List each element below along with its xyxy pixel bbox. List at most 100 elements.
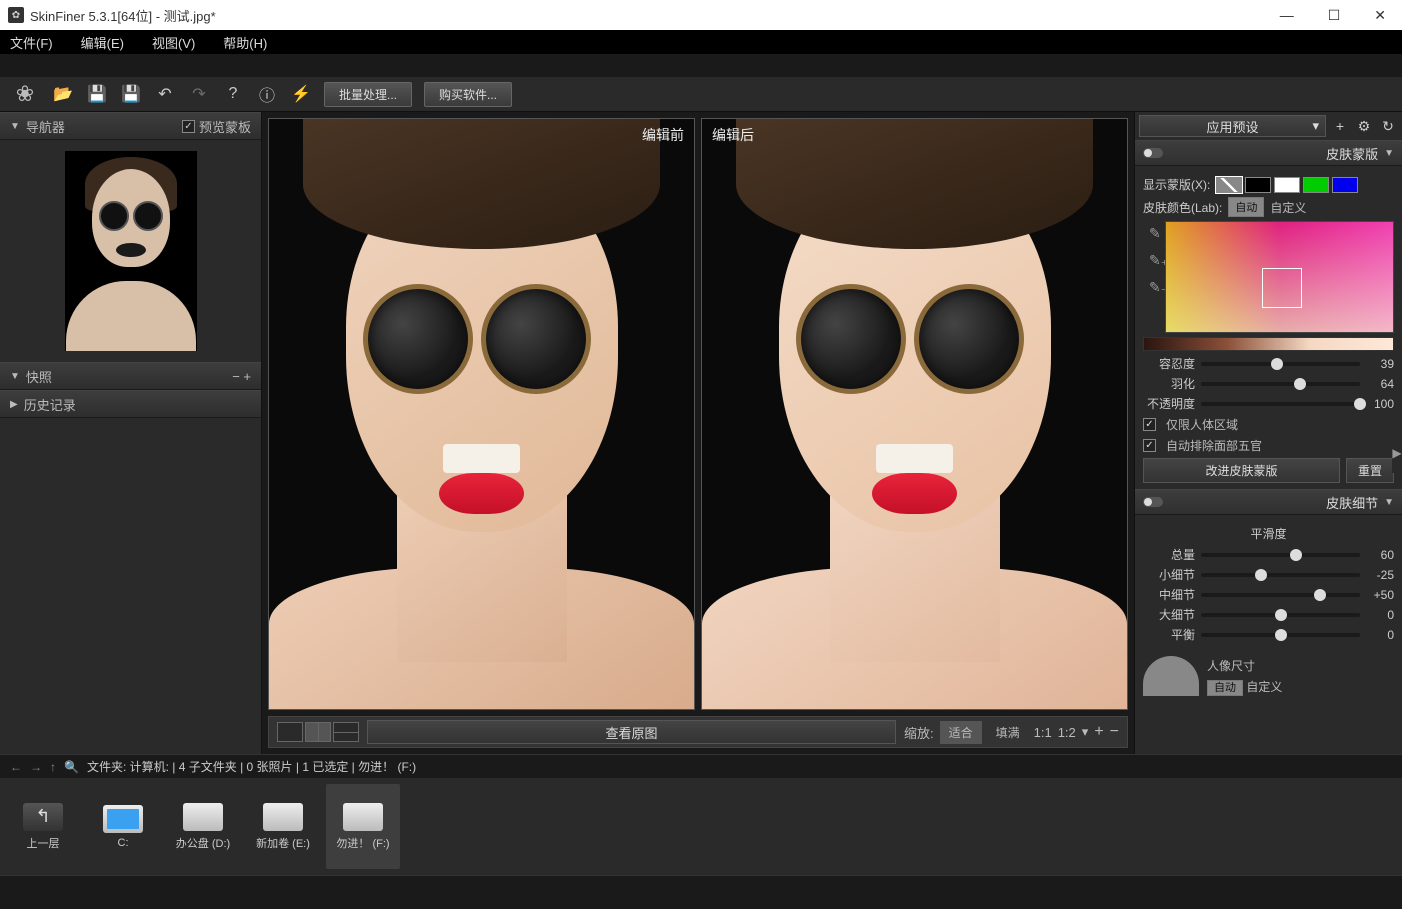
- zoom-fit-button[interactable]: 适合: [940, 721, 982, 744]
- navigator-label: 导航器: [26, 117, 65, 136]
- drive-item[interactable]: 新加卷 (E:): [246, 784, 320, 869]
- help-icon[interactable]: ?: [222, 83, 244, 105]
- zoom-in-icon[interactable]: +: [1094, 723, 1103, 741]
- drive-item[interactable]: C:: [86, 784, 160, 869]
- history-header[interactable]: ▶ 历史记录: [0, 390, 261, 418]
- skin-mask-toggle[interactable]: [1143, 148, 1163, 158]
- snapshot-header[interactable]: ▼ 快照 − +: [0, 362, 261, 390]
- collapse-icon: ▼: [1384, 148, 1394, 159]
- save-as-icon[interactable]: 💾: [120, 83, 142, 105]
- buy-button[interactable]: 购买软件...: [424, 82, 512, 107]
- skin-color-auto-button[interactable]: 自动: [1228, 197, 1264, 217]
- menu-edit[interactable]: 编辑(E): [81, 33, 124, 52]
- nav-back-icon[interactable]: ←: [10, 760, 22, 774]
- feather-slider[interactable]: [1201, 382, 1360, 386]
- main-toolbar: ❀ 📂 💾 💾 ↶ ↷ ? ⓘ ⚡ 批量处理... 购买软件...: [0, 76, 1402, 112]
- hue-slider[interactable]: [1143, 337, 1394, 351]
- portrait-custom-button[interactable]: 自定义: [1246, 680, 1282, 694]
- zoom-fill-button[interactable]: 填满: [988, 722, 1028, 743]
- portrait-auto-button[interactable]: 自动: [1207, 680, 1243, 696]
- preset-dropdown[interactable]: 应用预设: [1139, 115, 1326, 137]
- minus-icon[interactable]: −: [232, 369, 240, 384]
- preset-add-icon[interactable]: +: [1330, 116, 1350, 136]
- portrait-size-label: 人像尺寸: [1207, 657, 1282, 674]
- view-original-button[interactable]: 查看原图: [367, 720, 896, 744]
- smoothness-label: 平滑度: [1143, 525, 1394, 542]
- navigator-body[interactable]: [0, 140, 261, 362]
- small-slider[interactable]: [1201, 573, 1360, 577]
- zoom-12-button[interactable]: 1:2: [1058, 725, 1076, 740]
- preview-mask-checkbox[interactable]: ✓: [182, 120, 195, 133]
- file-strip: ↰上一层C: 办公盘 (D:) 新加卷 (E:) 勿进！ (F:): [0, 778, 1402, 875]
- tolerance-slider[interactable]: [1201, 362, 1360, 366]
- nav-fwd-icon[interactable]: →: [30, 760, 42, 774]
- mask-color-swatch[interactable]: [1216, 177, 1242, 193]
- medium-slider[interactable]: [1201, 593, 1360, 597]
- drive-label: 办公盘 (D:): [176, 835, 230, 851]
- mask-color-swatch[interactable]: [1274, 177, 1300, 193]
- total-value: 60: [1366, 548, 1394, 562]
- batch-button[interactable]: 批量处理...: [324, 82, 412, 107]
- mask-color-swatch[interactable]: [1332, 177, 1358, 193]
- menu-view[interactable]: 视图(V): [152, 33, 195, 52]
- exclude-features-checkbox[interactable]: ✓: [1143, 439, 1156, 452]
- drive-item[interactable]: 勿进！ (F:): [326, 784, 400, 869]
- bottom-bar: [0, 875, 1402, 909]
- skin-detail-toggle[interactable]: [1143, 497, 1163, 507]
- only-human-checkbox[interactable]: ✓: [1143, 418, 1156, 431]
- mask-color-swatch[interactable]: [1303, 177, 1329, 193]
- after-view[interactable]: 编辑后: [701, 118, 1128, 710]
- zoom-label: 缩放:: [904, 723, 934, 742]
- opacity-label: 不透明度: [1143, 395, 1195, 412]
- minimize-button[interactable]: —: [1272, 5, 1302, 26]
- view-single-button[interactable]: [277, 722, 303, 742]
- menu-help[interactable]: 帮助(H): [223, 33, 267, 52]
- tolerance-value: 39: [1366, 357, 1394, 371]
- zoom-out-icon[interactable]: −: [1110, 723, 1119, 741]
- panel-expand-handle[interactable]: ▶: [1392, 433, 1402, 473]
- skin-mask-header[interactable]: 皮肤蒙版 ▼: [1135, 140, 1402, 166]
- drive-label: 新加卷 (E:): [256, 835, 310, 851]
- balance-slider[interactable]: [1201, 633, 1360, 637]
- preset-reset-icon[interactable]: ↻: [1378, 116, 1398, 136]
- view-split-v-button[interactable]: [305, 722, 331, 742]
- skin-detail-header[interactable]: 皮肤细节 ▼: [1135, 489, 1402, 515]
- navigator-header[interactable]: ▼ 导航器 ✓ 预览蒙板: [0, 112, 261, 140]
- nav-up-icon[interactable]: ↑: [50, 760, 56, 774]
- skin-color-custom-button[interactable]: 自定义: [1270, 199, 1306, 216]
- opacity-slider[interactable]: [1201, 402, 1360, 406]
- mask-color-swatch[interactable]: [1245, 177, 1271, 193]
- info-icon[interactable]: ⓘ: [256, 83, 278, 105]
- improve-mask-button[interactable]: 改进皮肤蒙版: [1143, 458, 1340, 483]
- plug-icon[interactable]: ⚡: [290, 83, 312, 105]
- zoom-dropdown-icon[interactable]: ▾: [1082, 724, 1089, 740]
- open-icon[interactable]: 📂: [52, 83, 74, 105]
- view-split-h-button[interactable]: [333, 722, 359, 742]
- window-title: SkinFiner 5.3.1[64位] - 测试.jpg*: [30, 6, 1272, 25]
- drive-item[interactable]: 办公盘 (D:): [166, 784, 240, 869]
- drive-item[interactable]: ↰上一层: [6, 784, 80, 869]
- plus-icon[interactable]: +: [243, 369, 251, 384]
- save-icon[interactable]: 💾: [86, 83, 108, 105]
- menu-file[interactable]: 文件(F): [10, 33, 53, 52]
- large-label: 大细节: [1143, 606, 1195, 623]
- preset-settings-icon[interactable]: ⚙: [1354, 116, 1374, 136]
- total-slider[interactable]: [1201, 553, 1360, 557]
- large-slider[interactable]: [1201, 613, 1360, 617]
- close-button[interactable]: ✕: [1366, 5, 1394, 26]
- before-view[interactable]: 编辑前: [268, 118, 695, 710]
- skin-color-label: 皮肤颜色(Lab):: [1143, 199, 1222, 216]
- preview-mask-label: 预览蒙板: [199, 117, 251, 136]
- color-picker[interactable]: [1165, 221, 1394, 333]
- zoom-11-button[interactable]: 1:1: [1034, 725, 1052, 740]
- maximize-button[interactable]: ☐: [1320, 5, 1349, 26]
- feather-label: 羽化: [1143, 375, 1195, 392]
- reset-mask-button[interactable]: 重置: [1346, 458, 1394, 483]
- view-controls: 查看原图 缩放: 适合 填满 1:1 1:2 ▾ + −: [268, 716, 1128, 748]
- medium-label: 中细节: [1143, 586, 1195, 603]
- undo-icon[interactable]: ↶: [154, 83, 176, 105]
- after-label: 编辑后: [712, 125, 754, 145]
- search-icon[interactable]: 🔍: [64, 760, 79, 774]
- redo-icon[interactable]: ↷: [188, 83, 210, 105]
- app-logo-icon: ✿: [8, 7, 24, 23]
